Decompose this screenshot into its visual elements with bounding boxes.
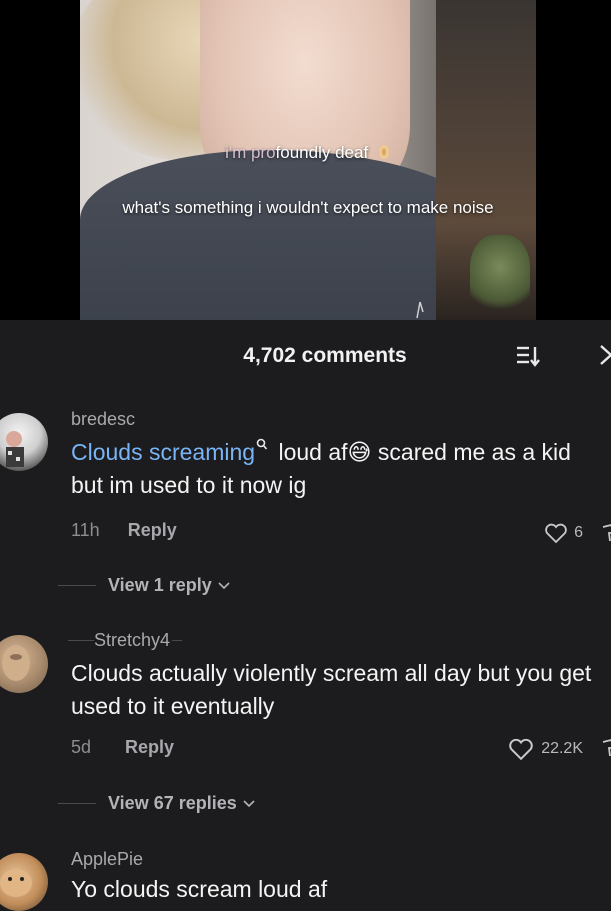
avatar[interactable] — [0, 635, 48, 693]
comment-text: Clouds screaming loud af😅 scared me as a… — [71, 436, 601, 502]
close-icon[interactable] — [597, 342, 611, 368]
divider-line — [68, 640, 94, 641]
comment-time: 5d — [71, 737, 92, 757]
like-count: 6 — [574, 524, 583, 541]
comment-text-part: loud af — [272, 439, 348, 465]
comment-item: Stretchy4 Clouds actually violently scre… — [0, 625, 611, 835]
comment-meta: 5d Reply — [71, 737, 174, 758]
avatar-image — [0, 869, 32, 897]
chevron-down-icon — [218, 581, 230, 589]
avatar-image — [6, 431, 24, 467]
video-caption-question: what's something i wouldn't expect to ma… — [122, 198, 494, 217]
comments-header: 4,702 comments — [0, 320, 611, 390]
comment-item: ApplePie Yo clouds scream loud af — [0, 845, 611, 911]
video-plant — [470, 235, 530, 315]
divider-line — [172, 640, 183, 641]
reply-button[interactable]: Reply — [125, 737, 174, 757]
video-player[interactable]: i'm profoundly deaf what's something i w… — [0, 0, 611, 320]
heart-icon — [509, 738, 533, 761]
view-replies-button[interactable]: View 67 replies — [58, 793, 255, 814]
comment-time: 11h — [71, 520, 100, 540]
heart-icon — [545, 523, 567, 544]
divider-line — [58, 585, 96, 586]
comment-meta: 11h Reply — [71, 520, 177, 541]
comment-username[interactable]: Stretchy4 — [94, 630, 170, 651]
caption-text: foundly deaf — [275, 143, 369, 162]
chevron-down-icon — [243, 799, 255, 807]
comment-username[interactable]: bredesc — [71, 409, 135, 430]
comment-keyword-link[interactable]: Clouds screaming — [71, 439, 255, 465]
comment-text: Yo clouds scream loud af — [71, 876, 328, 902]
search-icon[interactable] — [256, 438, 268, 452]
sweat-smile-emoji: 😅 — [347, 439, 372, 465]
comment-item: bredesc Clouds screaming loud af😅 scared… — [0, 405, 611, 620]
comment-text: Clouds actually violently scream all day… — [71, 660, 592, 719]
divider-line — [58, 803, 96, 804]
caption-faded-text: i'm pro — [225, 143, 276, 162]
like-button[interactable]: 22.2K — [507, 737, 583, 761]
view-replies-button[interactable]: View 1 reply — [58, 575, 230, 596]
like-count: 22.2K — [541, 740, 583, 757]
avatar[interactable] — [0, 413, 48, 471]
avatar[interactable] — [0, 853, 48, 911]
comment-username-row: Stretchy4 — [68, 630, 183, 651]
reply-button[interactable]: Reply — [128, 520, 177, 540]
ear-emoji-icon — [378, 145, 389, 159]
dislike-icon[interactable] — [601, 738, 611, 760]
sort-icon[interactable] — [515, 344, 541, 368]
view-replies-label: View 1 reply — [108, 575, 212, 595]
like-button[interactable]: 6 — [544, 522, 583, 544]
view-replies-label: View 67 replies — [108, 793, 237, 813]
dislike-icon[interactable] — [601, 523, 611, 545]
avatar-image — [2, 645, 30, 681]
video-caption-line1: i'm profoundly deaf — [80, 143, 536, 163]
shirt-mark — [416, 301, 424, 319]
comment-username[interactable]: ApplePie — [71, 849, 143, 870]
